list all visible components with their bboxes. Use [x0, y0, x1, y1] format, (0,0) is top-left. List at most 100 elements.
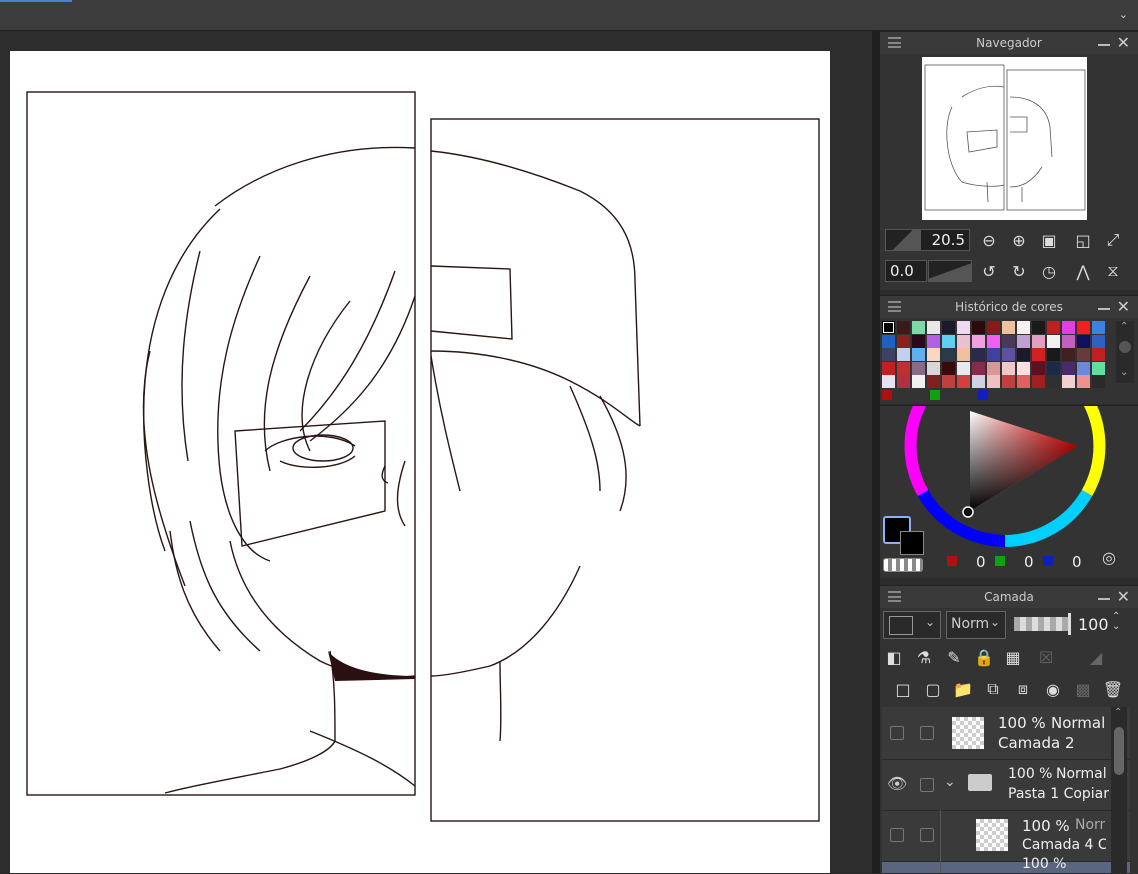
chevron-down-icon[interactable]: ⌄: [1119, 8, 1128, 21]
zoom-out-icon[interactable]: ⊖: [978, 229, 1000, 251]
minimize-icon[interactable]: [1098, 44, 1110, 46]
new-raster-layer-icon[interactable]: □: [892, 678, 914, 700]
scroll-down-icon[interactable]: ⌄: [1120, 367, 1128, 378]
color-history-swatch[interactable]: [1047, 348, 1060, 361]
scroll-thumb[interactable]: [1119, 341, 1131, 353]
color-history-swatch[interactable]: [1002, 361, 1015, 375]
color-history-swatch[interactable]: [1047, 321, 1060, 334]
zoom-field[interactable]: 20.5: [920, 229, 970, 251]
layer-row[interactable]: 100 % Norm Camada 4 Co: [882, 811, 1130, 862]
close-icon[interactable]: ✕: [1117, 33, 1130, 52]
color-history-swatch[interactable]: [972, 361, 985, 375]
color-history-swatch[interactable]: [1047, 361, 1060, 375]
color-history-swatch[interactable]: [987, 321, 1000, 334]
lock-transparency-icon[interactable]: ▦: [1002, 646, 1024, 668]
layer-row[interactable]: 100 % Normal Camada 2: [882, 707, 1130, 760]
rotate-left-icon[interactable]: ↺: [978, 260, 1000, 282]
color-history-swatch[interactable]: [1077, 361, 1090, 375]
layer-color-dropdown[interactable]: ⌄: [883, 611, 941, 639]
eye-icon[interactable]: 👁: [887, 774, 907, 793]
color-history-swatch[interactable]: [942, 375, 955, 388]
color-history-swatch[interactable]: [1077, 348, 1090, 361]
color-history-swatch[interactable]: [1047, 334, 1060, 348]
color-history-swatch[interactable]: [1017, 334, 1030, 348]
color-history-swatch[interactable]: [882, 361, 895, 375]
visibility-toggle[interactable]: [890, 828, 904, 842]
trash-icon[interactable]: 🗑: [1102, 678, 1124, 700]
color-history-swatch[interactable]: [972, 375, 985, 388]
color-history-swatch[interactable]: [897, 334, 910, 348]
color-history-swatch[interactable]: [1002, 334, 1015, 348]
close-icon[interactable]: ✕: [1117, 297, 1130, 316]
color-history-swatch[interactable]: [897, 375, 910, 388]
color-history-swatch[interactable]: [1092, 375, 1105, 388]
opacity-slider[interactable]: [1014, 617, 1069, 631]
color-history-swatch[interactable]: [912, 348, 925, 361]
color-history-swatch[interactable]: [912, 334, 925, 348]
panel-divider[interactable]: [872, 31, 880, 873]
zoom-in-icon[interactable]: ⊕: [1008, 229, 1030, 251]
color-history-swatch[interactable]: [1017, 361, 1030, 375]
flip-horizontal-icon[interactable]: ⋀: [1072, 260, 1094, 282]
minimize-icon[interactable]: [1098, 308, 1110, 310]
lock-icon[interactable]: 🔒: [973, 646, 995, 668]
color-history-swatch[interactable]: [987, 375, 1000, 388]
reset-rotation-icon[interactable]: ◷: [1038, 260, 1060, 282]
zoom-slider[interactable]: [885, 229, 921, 251]
color-history-swatch[interactable]: [882, 375, 895, 388]
color-history-swatch[interactable]: [912, 321, 925, 334]
color-history-swatch[interactable]: [942, 348, 955, 361]
new-folder-icon[interactable]: 📁: [952, 678, 974, 700]
draft-layer-icon[interactable]: ✎: [943, 646, 965, 668]
navigator-preview[interactable]: [922, 57, 1087, 220]
color-history-swatch[interactable]: [1062, 321, 1075, 334]
color-history-swatch[interactable]: [897, 361, 910, 375]
scroll-up-icon[interactable]: ⌃: [1120, 321, 1128, 332]
color-history-swatch[interactable]: [957, 334, 970, 348]
reference-layer-icon[interactable]: ⚗: [913, 646, 935, 668]
color-history-swatch[interactable]: [927, 321, 940, 334]
color-history-swatch[interactable]: [987, 361, 1000, 375]
color-history-swatch[interactable]: [1032, 334, 1045, 348]
color-history-swatch[interactable]: [1092, 348, 1105, 361]
color-history-swatch[interactable]: [927, 375, 940, 388]
color-history-swatch[interactable]: [957, 321, 970, 334]
color-history-swatch[interactable]: [1092, 334, 1105, 348]
color-history-swatch[interactable]: [927, 348, 940, 361]
fit-window-icon[interactable]: ⤢: [1102, 229, 1124, 251]
color-history-swatch[interactable]: [1062, 334, 1075, 348]
lock-toggle[interactable]: [920, 828, 934, 842]
color-history-swatch[interactable]: [897, 321, 910, 334]
layer-row-selected[interactable]: 100 %: [882, 856, 1130, 874]
color-history-swatch[interactable]: [972, 334, 985, 348]
clip-layer-icon[interactable]: ◧: [883, 646, 905, 668]
rotation-slider[interactable]: [928, 260, 972, 282]
color-history-swatch[interactable]: [1032, 375, 1045, 388]
color-history-swatch[interactable]: [897, 348, 910, 361]
color-history-swatch[interactable]: [1077, 334, 1090, 348]
layer-row-folder[interactable]: 👁 ⌄ 100 % Normal Pasta 1 Copiar: [882, 760, 1130, 811]
color-history-swatch[interactable]: [1062, 361, 1075, 375]
color-mode-icon[interactable]: ◎: [1098, 546, 1120, 568]
lock-toggle[interactable]: [920, 726, 934, 740]
rotate-right-icon[interactable]: ↻: [1008, 260, 1030, 282]
color-history-swatch[interactable]: [882, 334, 895, 348]
color-history-swatch[interactable]: [1017, 348, 1030, 361]
color-history-swatch[interactable]: [1017, 375, 1030, 388]
color-history-swatch[interactable]: [912, 375, 925, 388]
visibility-toggle[interactable]: [890, 726, 904, 740]
color-history-swatch[interactable]: [1062, 348, 1075, 361]
layer-scrollbar[interactable]: ⌃: [1111, 707, 1127, 873]
color-history-swatch[interactable]: [1062, 375, 1075, 388]
color-history-swatch[interactable]: [1032, 361, 1045, 375]
canvas-paper[interactable]: [10, 51, 830, 873]
color-history-swatch[interactable]: [882, 321, 895, 334]
color-history-swatch[interactable]: [1092, 361, 1105, 375]
close-icon[interactable]: ✕: [1117, 587, 1130, 606]
color-history-swatch[interactable]: [957, 348, 970, 361]
minimize-icon[interactable]: [1098, 598, 1110, 600]
transfer-below-icon[interactable]: ⧉: [982, 678, 1004, 700]
color-history-swatch[interactable]: [957, 375, 970, 388]
color-history-swatch[interactable]: [972, 321, 985, 334]
color-history-swatch[interactable]: [1002, 348, 1015, 361]
